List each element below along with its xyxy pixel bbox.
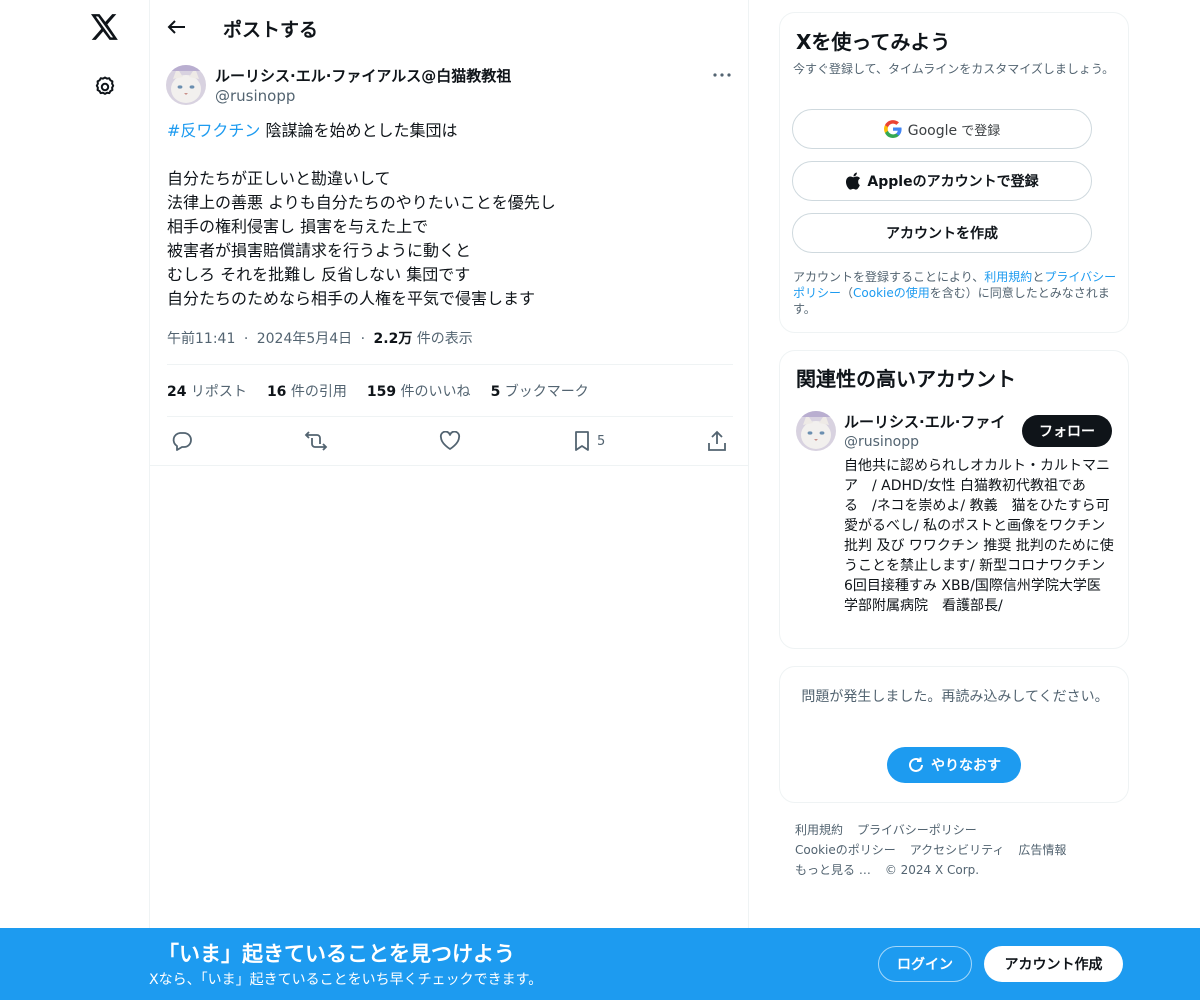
apple-icon: [846, 172, 861, 190]
share-icon[interactable]: [707, 428, 727, 454]
meta-separator: ·: [360, 331, 366, 347]
likes-stat[interactable]: 159 件のいいね: [367, 381, 471, 401]
terms-link[interactable]: 利用規約: [984, 270, 1032, 284]
google-icon: [883, 120, 902, 138]
signup-subtitle: 今すぐ登録して、タイムラインをカスタマイズしましょう。: [793, 62, 1115, 76]
reposts-count: 24: [167, 384, 187, 400]
footer-links: 利用規約 プライバシーポリシー Cookieのポリシー アクセシビリティ 広告情…: [795, 820, 1125, 880]
google-signup-button[interactable]: Google で登録: [792, 109, 1092, 149]
divider: [167, 416, 733, 417]
banner-subtitle: Xなら、「いま」起きていることをいち早くチェックできます。: [149, 972, 543, 988]
post-date[interactable]: 2024年5月4日: [257, 331, 352, 347]
main-column: ポストする ルーリシス·エル·ファイアルス@白猫教教祖 @rusinopp #反…: [149, 0, 749, 928]
error-message: 問題が発生しました。再読み込みしてください。: [801, 689, 1109, 705]
like-icon[interactable]: [439, 428, 461, 454]
back-arrow-icon[interactable]: [164, 14, 190, 40]
footer-ads-link[interactable]: 広告情報: [1018, 840, 1066, 860]
legal-notice: アカウントを登録することにより、利用規約とプライバシーポリシー（Cookieの使…: [793, 269, 1123, 317]
page-title: ポストする: [223, 19, 319, 41]
error-card: 問題が発生しました。再読み込みしてください。 やりなおす: [779, 666, 1129, 803]
apple-signup-label: Appleのアカウントで登録: [867, 174, 1039, 190]
bookmark-count: 5: [597, 433, 606, 449]
footer-privacy-link[interactable]: プライバシーポリシー: [857, 820, 977, 840]
related-account-bio: 自他共に認められしオカルト・カルトマニア / ADHD/女性 白猫教初代教祖であ…: [844, 458, 1114, 614]
avatar[interactable]: [796, 411, 836, 451]
footer-copyright: © 2024 X Corp.: [884, 863, 980, 877]
likes-label: 件のいいね: [396, 384, 471, 400]
post-text: #反ワクチン 陰謀論を始めとした集団は 自分たちが正しいと勘違いして 法律上の善…: [167, 119, 727, 311]
related-accounts-card: 関連性の高いアカウント ルーリシス·エル·ファイ @rusinopp フォロー …: [779, 350, 1129, 649]
more-icon[interactable]: [710, 66, 734, 84]
post-line: 自分たちのためなら相手の人権を平気で侵害します: [167, 289, 536, 308]
gear-icon[interactable]: [90, 72, 120, 102]
follow-button[interactable]: フォロー: [1022, 415, 1112, 447]
bookmark-icon: [575, 431, 589, 451]
login-button[interactable]: ログイン: [878, 946, 972, 982]
post-line: 陰謀論を始めとした集団は: [260, 121, 458, 140]
footer-cookie-link[interactable]: Cookieのポリシー: [795, 840, 896, 860]
meta-separator: ·: [243, 331, 249, 347]
bookmarks-label: ブックマーク: [500, 384, 589, 400]
hashtag-link[interactable]: #反ワクチン: [167, 121, 260, 140]
reply-icon[interactable]: [171, 428, 193, 454]
footer-more-link[interactable]: もっと見る …: [795, 860, 871, 880]
quotes-count: 16: [266, 384, 287, 400]
legal-text: と: [1032, 270, 1045, 284]
retry-button[interactable]: やりなおす: [887, 747, 1021, 783]
related-account-name[interactable]: ルーリシス·エル·ファイ: [844, 411, 1014, 432]
left-nav: [0, 0, 150, 928]
post-actions: 5: [150, 428, 748, 454]
post-line: 被害者が損害賠償請求を行うように動くと: [167, 241, 472, 260]
quotes-label: 件の引用: [286, 384, 347, 400]
repost-icon[interactable]: [304, 428, 328, 454]
divider: [167, 364, 733, 365]
views-label: 件の表示: [412, 331, 473, 347]
x-logo-icon[interactable]: [88, 10, 122, 44]
post-line: 自分たちが正しいと勘違いして: [167, 169, 391, 188]
views-count: 2.2万: [373, 331, 413, 347]
reposts-label: リポスト: [186, 384, 247, 400]
author-handle[interactable]: @rusinopp: [215, 87, 295, 105]
page-header: ポストする: [150, 0, 748, 54]
bookmark-button[interactable]: 5: [573, 428, 605, 454]
retry-label: やりなおす: [931, 758, 1001, 774]
author-name[interactable]: ルーリシス·エル·ファイアルス@白猫教教祖: [215, 65, 511, 86]
signup-card: Xを使ってみよう 今すぐ登録して、タイムラインをカスタマイズしましょう。 Goo…: [779, 12, 1129, 333]
post-stats: 24 リポスト 16 件の引用 159 件のいいね 5 ブックマーク: [167, 381, 589, 401]
legal-text: アカウントを登録することにより、: [793, 270, 985, 284]
related-title: 関連性の高いアカウント: [796, 367, 1016, 391]
post-meta: 午前11:41 · 2024年5月4日 · 2.2万 件の表示: [167, 328, 473, 348]
bookmarks-stat: 5 ブックマーク: [491, 381, 589, 401]
post-time[interactable]: 午前11:41: [167, 331, 235, 347]
refresh-icon: [909, 757, 923, 772]
apple-signup-button[interactable]: Appleのアカウントで登録: [792, 161, 1092, 201]
bookmarks-count: 5: [490, 384, 501, 400]
cookie-link[interactable]: Cookieの使用: [853, 286, 930, 300]
create-account-button[interactable]: アカウントを作成: [792, 213, 1092, 253]
google-brand: Google: [907, 122, 958, 139]
footer-terms-link[interactable]: 利用規約: [795, 820, 843, 840]
likes-count: 159: [366, 384, 397, 400]
quotes-stat[interactable]: 16 件の引用: [267, 381, 347, 401]
divider: [150, 465, 748, 466]
reposts-stat[interactable]: 24 リポスト: [167, 381, 247, 401]
post-line: 法律上の善悪 よりも自分たちのやりたいことを優先し: [167, 193, 556, 212]
avatar[interactable]: [166, 65, 206, 105]
banner-title: 「いま」起きていることを見つけよう: [158, 942, 515, 966]
banner-create-account-button[interactable]: アカウント作成: [984, 946, 1123, 982]
create-account-label: アカウントを作成: [886, 226, 998, 242]
post-line: むしろ それを批難し 反省しない 集団です: [167, 265, 471, 284]
legal-text: （: [841, 286, 854, 300]
signup-banner: 「いま」起きていることを見つけよう Xなら、「いま」起きていることをいち早くチェ…: [0, 928, 1200, 1000]
related-account-handle[interactable]: @rusinopp: [844, 434, 919, 450]
google-signup-label: で登録: [957, 123, 1001, 139]
post-line: 相手の権利侵害し 損害を与えた上で: [167, 217, 429, 236]
footer-accessibility-link[interactable]: アクセシビリティ: [910, 840, 1005, 860]
signup-title: Xを使ってみよう: [796, 30, 951, 54]
